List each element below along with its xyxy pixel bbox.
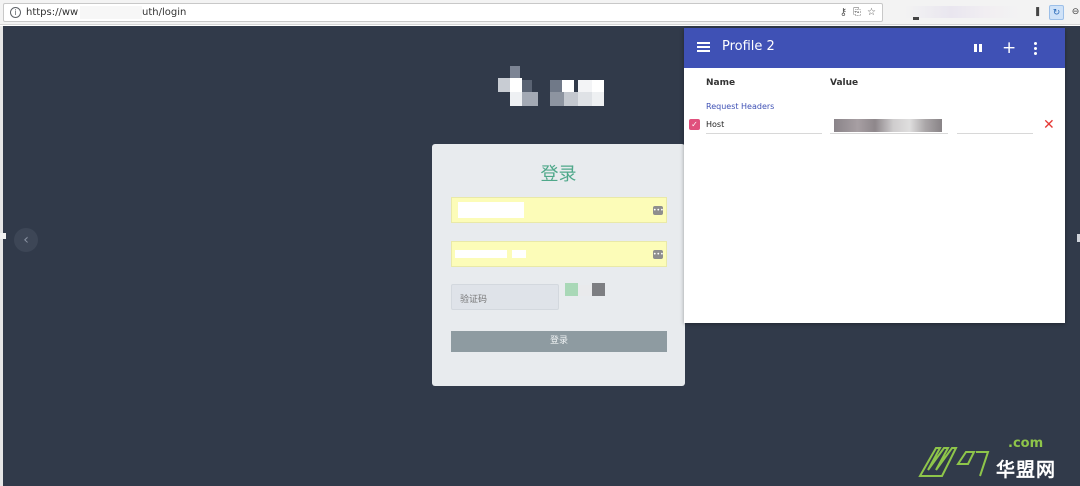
username-field[interactable]: ••• bbox=[451, 197, 667, 223]
password-value-fragment bbox=[512, 250, 526, 258]
translate-icon[interactable]: ⎘ bbox=[853, 5, 861, 20]
browser-toolbar: i https://ww uth/login ⚷ ⎘ ☆ ❚ ↻ ⊖ bbox=[0, 0, 1080, 25]
login-button[interactable]: 登录 bbox=[451, 331, 667, 352]
username-value bbox=[458, 202, 524, 218]
omnibox-icons: ⚷ ⎘ ☆ bbox=[840, 5, 876, 20]
popup-app-bar: Profile 2 + bbox=[684, 28, 1065, 68]
redacted-value bbox=[834, 119, 942, 132]
delete-icon[interactable]: ✕ bbox=[1043, 116, 1055, 134]
url-path: uth/login bbox=[142, 7, 187, 18]
menu-icon[interactable] bbox=[697, 42, 710, 53]
header-enabled-checkbox[interactable]: ✓ bbox=[689, 119, 700, 130]
password-value bbox=[455, 250, 507, 258]
profile-icon[interactable]: ⊖ bbox=[1068, 5, 1080, 20]
blurred-mark bbox=[913, 17, 919, 20]
header-name-input[interactable]: Host bbox=[706, 117, 822, 134]
header-value-input[interactable] bbox=[830, 117, 948, 134]
address-bar[interactable]: i https://ww uth/login ⚷ ⎘ ☆ bbox=[3, 3, 883, 22]
modheader-popup: Profile 2 + Name Value Request Headers ✓… bbox=[684, 28, 1065, 323]
key-icon[interactable]: ⚷ bbox=[840, 5, 847, 20]
carousel-prev-button[interactable]: ‹ bbox=[14, 228, 38, 252]
password-manager-icon[interactable]: ••• bbox=[653, 250, 664, 259]
watermark-domain: .com bbox=[1008, 436, 1044, 451]
header-comment-input[interactable] bbox=[957, 117, 1033, 134]
captcha-placeholder: 验证码 bbox=[460, 295, 488, 305]
extension-icon[interactable]: ❚ bbox=[1030, 5, 1045, 20]
captcha-image[interactable] bbox=[565, 283, 607, 297]
url-redaction bbox=[80, 6, 142, 19]
url-prefix: https://ww bbox=[26, 7, 79, 18]
watermark-logo-icon bbox=[918, 447, 990, 477]
header-row: ✓ Host ✕ bbox=[684, 117, 1065, 139]
extension-area: ❚ ↻ ⊖ bbox=[1030, 3, 1080, 22]
add-icon[interactable]: + bbox=[1002, 38, 1016, 58]
captcha-field[interactable]: 验证码 bbox=[451, 284, 559, 310]
login-title: 登录 bbox=[540, 164, 577, 185]
watermark-brand: 华盟网 bbox=[996, 459, 1057, 481]
pause-icon[interactable] bbox=[973, 38, 983, 58]
site-logo bbox=[498, 66, 606, 106]
header-name-value: Host bbox=[706, 120, 725, 129]
blurred-toolbar-area bbox=[905, 6, 1020, 18]
left-edge bbox=[0, 26, 3, 486]
star-icon[interactable]: ☆ bbox=[867, 5, 876, 20]
login-card: 登录 ••• ••• 验证码 登录 bbox=[432, 144, 685, 386]
info-icon[interactable]: i bbox=[10, 7, 21, 18]
section-label: Request Headers bbox=[706, 102, 775, 111]
column-header-value: Value bbox=[830, 78, 859, 88]
profile-title: Profile 2 bbox=[722, 39, 775, 54]
password-manager-icon[interactable]: ••• bbox=[653, 206, 664, 215]
column-header-name: Name bbox=[706, 78, 736, 88]
edge-marker bbox=[0, 233, 6, 239]
modheader-icon[interactable]: ↻ bbox=[1049, 5, 1064, 20]
chevron-left-icon: ‹ bbox=[23, 232, 29, 248]
password-field[interactable]: ••• bbox=[451, 241, 667, 267]
